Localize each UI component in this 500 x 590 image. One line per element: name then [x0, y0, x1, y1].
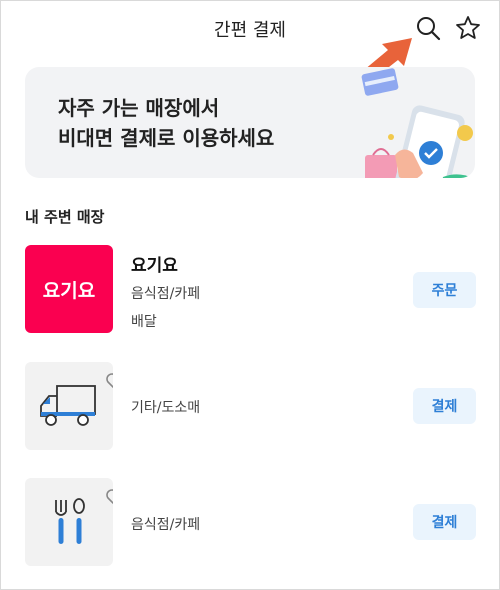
pay-button[interactable]: 결제: [413, 388, 476, 424]
delivery-truck-icon: [40, 385, 96, 426]
heart-outline-icon: [106, 489, 113, 505]
store-row-retail[interactable]: 기타/도소매 결제: [0, 362, 500, 450]
store-row-yogiyo[interactable]: 요기요 요기요 음식점/카페 배달 주문: [0, 245, 500, 333]
store-service: 배달: [131, 314, 157, 330]
store-thumbnail: 요기요: [25, 245, 113, 333]
header: 간편 결제: [0, 0, 500, 56]
pay-button[interactable]: 결제: [413, 504, 476, 540]
search-icon: [417, 17, 441, 41]
order-button[interactable]: 주문: [413, 272, 476, 308]
phone-payment-illustration: [361, 68, 473, 178]
fork-spoon-icon: [55, 498, 85, 544]
favorite-button[interactable]: [452, 12, 484, 44]
star-outline-icon: [456, 16, 480, 39]
section-title-nearby: 내 주변 매장: [25, 208, 105, 226]
banner-line1: 자주 가는 매장에서: [58, 96, 220, 120]
promo-banner[interactable]: 자주 가는 매장에서 비대면 결제로 이용하세요: [25, 67, 475, 178]
store-thumbnail: [25, 478, 113, 566]
store-category: 음식점/카페: [131, 286, 201, 302]
banner-text: 자주 가는 매장에서 비대면 결제로 이용하세요: [58, 93, 274, 153]
store-row-restaurant[interactable]: 음식점/카페 결제: [0, 478, 500, 566]
store-thumbnail: [25, 362, 113, 450]
yogiyo-logo: 요기요: [42, 279, 96, 302]
store-category: 음식점/카페: [131, 517, 201, 533]
store-name: 요기요: [131, 256, 178, 276]
heart-outline-icon: [106, 373, 113, 389]
store-category: 기타/도소매: [131, 400, 201, 416]
banner-line2: 비대면 결제로 이용하세요: [58, 126, 275, 150]
